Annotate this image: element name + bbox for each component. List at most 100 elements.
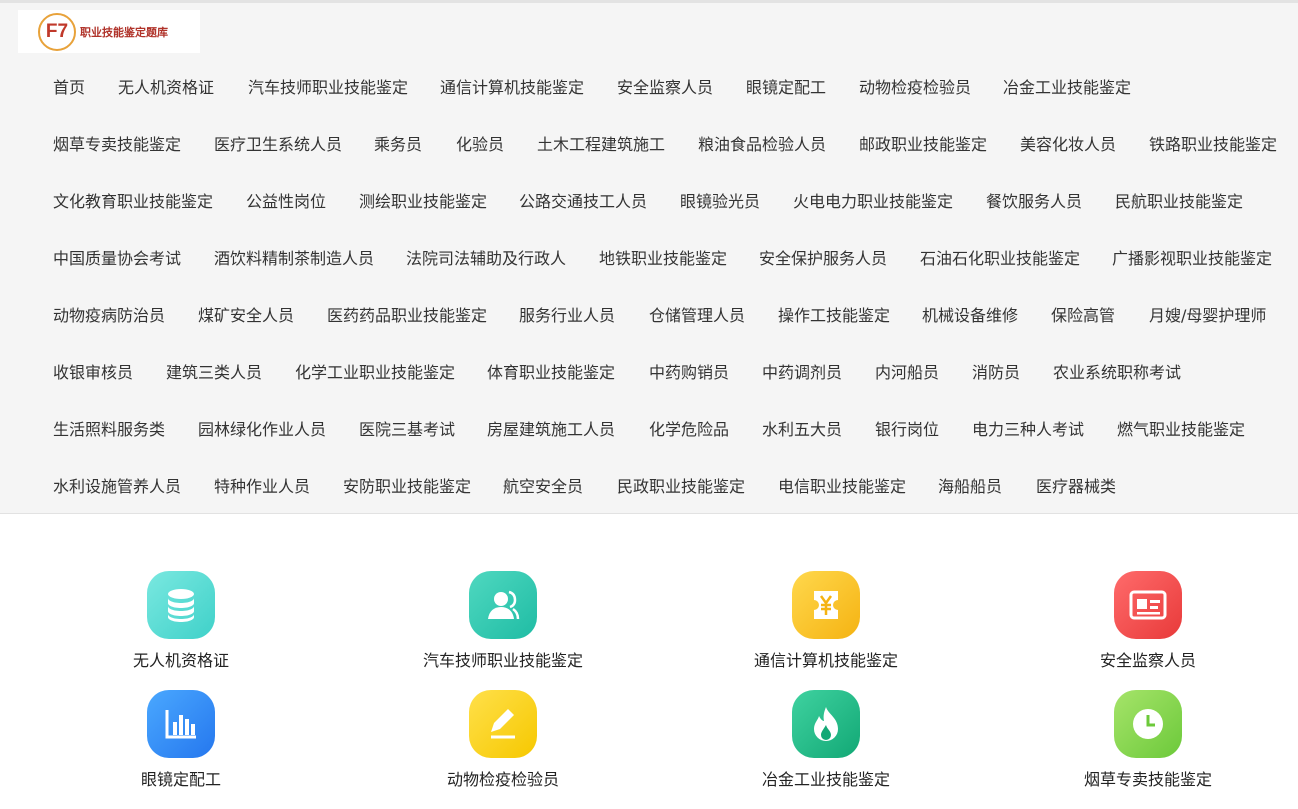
card-label: 烟草专卖技能鉴定 xyxy=(1083,770,1212,789)
nav-item[interactable]: 航空安全员 xyxy=(503,469,583,505)
nav-row: 首页 无人机资格证 汽车技师职业技能鉴定 通信计算机技能鉴定 安全监察人员 眼镜… xyxy=(0,70,1298,106)
nav-row: 烟草专卖技能鉴定 医疗卫生系统人员 乘务员 化验员 土木工程建筑施工 粮油食品检… xyxy=(0,127,1298,163)
nav-item[interactable]: 体育职业技能鉴定 xyxy=(487,355,615,391)
nav-item[interactable]: 特种作业人员 xyxy=(214,469,310,505)
nav-item[interactable]: 安防职业技能鉴定 xyxy=(343,469,471,505)
nav-item[interactable]: 中药调剂员 xyxy=(762,355,842,391)
nav-item[interactable]: 动物疫病防治员 xyxy=(53,298,165,334)
nav-item[interactable]: 生活照料服务类 xyxy=(53,412,165,448)
nav-item[interactable]: 煤矿安全人员 xyxy=(198,298,294,334)
nav-item[interactable]: 机械设备维修 xyxy=(922,298,1018,334)
nav-row: 中国质量协会考试 酒饮料精制茶制造人员 法院司法辅助及行政人 地铁职业技能鉴定 … xyxy=(0,241,1298,277)
nav-item[interactable]: 通信计算机技能鉴定 xyxy=(440,70,584,106)
nav-item[interactable]: 内河船员 xyxy=(875,355,939,391)
nav-item[interactable]: 土木工程建筑施工 xyxy=(537,127,665,163)
card-label: 动物检疫检验员 xyxy=(446,770,559,789)
nav-item[interactable]: 农业系统职称考试 xyxy=(1053,355,1181,391)
nav-item[interactable]: 燃气职业技能鉴定 xyxy=(1117,412,1245,448)
yen-ticket-icon xyxy=(792,571,860,639)
nav-item[interactable]: 广播影视职业技能鉴定 xyxy=(1112,241,1272,277)
nav-item[interactable]: 中国质量协会考试 xyxy=(53,241,181,277)
card-label: 无人机资格证 xyxy=(132,651,229,670)
nav-item[interactable]: 建筑三类人员 xyxy=(166,355,262,391)
nav-item[interactable]: 铁路职业技能鉴定 xyxy=(1149,127,1277,163)
nav-item[interactable]: 电力三种人考试 xyxy=(972,412,1084,448)
edit-icon xyxy=(469,690,537,758)
category-card[interactable]: 冶金工业技能鉴定 xyxy=(726,690,926,800)
nav-item[interactable]: 测绘职业技能鉴定 xyxy=(359,184,487,220)
nav-item[interactable]: 保险高管 xyxy=(1051,298,1115,334)
nav-item[interactable]: 烟草专卖技能鉴定 xyxy=(53,127,181,163)
nav-item[interactable]: 动物检疫检验员 xyxy=(859,70,971,106)
category-card[interactable]: 无人机资格证 xyxy=(81,571,281,681)
nav-item[interactable]: 餐饮服务人员 xyxy=(986,184,1082,220)
nav-item[interactable]: 地铁职业技能鉴定 xyxy=(599,241,727,277)
nav-item[interactable]: 安全监察人员 xyxy=(617,70,713,106)
nav-item[interactable]: 水利五大员 xyxy=(762,412,842,448)
category-card[interactable]: 眼镜定配工 xyxy=(81,690,281,800)
nav-item[interactable]: 民航职业技能鉴定 xyxy=(1115,184,1243,220)
nav-item[interactable]: 汽车技师职业技能鉴定 xyxy=(248,70,408,106)
nav-item[interactable]: 园林绿化作业人员 xyxy=(198,412,326,448)
nav-item[interactable]: 收银审核员 xyxy=(53,355,133,391)
id-card-icon xyxy=(1114,571,1182,639)
nav-item[interactable]: 安全保护服务人员 xyxy=(759,241,887,277)
nav-item[interactable]: 医疗卫生系统人员 xyxy=(214,127,342,163)
category-card[interactable]: 通信计算机技能鉴定 xyxy=(726,571,926,681)
category-card[interactable]: 汽车技师职业技能鉴定 xyxy=(403,571,603,681)
card-label: 冶金工业技能鉴定 xyxy=(761,770,890,789)
nav-item[interactable]: 水利设施管养人员 xyxy=(53,469,181,505)
nav-item[interactable]: 电信职业技能鉴定 xyxy=(778,469,906,505)
nav-item[interactable]: 酒饮料精制茶制造人员 xyxy=(214,241,374,277)
nav-item[interactable]: 化验员 xyxy=(456,127,504,163)
bar-chart-icon xyxy=(147,690,215,758)
nav-item[interactable]: 银行岗位 xyxy=(875,412,939,448)
nav-item[interactable]: 消防员 xyxy=(972,355,1020,391)
nav-item[interactable]: 火电电力职业技能鉴定 xyxy=(793,184,953,220)
nav-item[interactable]: 操作工技能鉴定 xyxy=(778,298,890,334)
nav-item[interactable]: 医院三基考试 xyxy=(359,412,455,448)
nav-row: 收银审核员 建筑三类人员 化学工业职业技能鉴定 体育职业技能鉴定 中药购销员 中… xyxy=(0,355,1298,391)
nav-item[interactable]: 民政职业技能鉴定 xyxy=(617,469,745,505)
nav-item[interactable]: 冶金工业技能鉴定 xyxy=(1003,70,1131,106)
nav-item[interactable]: 仓储管理人员 xyxy=(649,298,745,334)
database-icon xyxy=(147,571,215,639)
nav-item[interactable]: 海船船员 xyxy=(938,469,1002,505)
nav-item[interactable]: 房屋建筑施工人员 xyxy=(487,412,615,448)
card-label: 安全监察人员 xyxy=(1099,651,1196,670)
user-icon xyxy=(469,571,537,639)
card-label: 汽车技师职业技能鉴定 xyxy=(422,651,583,670)
nav-item[interactable]: 眼镜验光员 xyxy=(680,184,760,220)
nav-item[interactable]: 医药药品职业技能鉴定 xyxy=(327,298,487,334)
flame-icon xyxy=(792,690,860,758)
nav-item[interactable]: 石油石化职业技能鉴定 xyxy=(920,241,1080,277)
nav-row: 动物疫病防治员 煤矿安全人员 医药药品职业技能鉴定 服务行业人员 仓储管理人员 … xyxy=(0,298,1298,334)
nav-item[interactable]: 无人机资格证 xyxy=(118,70,214,106)
nav-item[interactable]: 邮政职业技能鉴定 xyxy=(859,127,987,163)
card-label: 通信计算机技能鉴定 xyxy=(753,651,898,670)
nav-item-home[interactable]: 首页 xyxy=(53,70,85,106)
nav-item[interactable]: 法院司法辅助及行政人 xyxy=(406,241,566,277)
nav-item[interactable]: 化学工业职业技能鉴定 xyxy=(295,355,455,391)
nav-item[interactable]: 美容化妆人员 xyxy=(1020,127,1116,163)
logo-mark: F7 xyxy=(38,12,76,51)
category-card[interactable]: 动物检疫检验员 xyxy=(403,690,603,800)
nav-item[interactable]: 医疗器械类 xyxy=(1036,469,1116,505)
nav-item[interactable]: 化学危险品 xyxy=(649,412,729,448)
category-card[interactable]: 安全监察人员 xyxy=(1048,571,1248,681)
nav-row: 文化教育职业技能鉴定 公益性岗位 测绘职业技能鉴定 公路交通技工人员 眼镜验光员… xyxy=(0,184,1298,220)
nav-item[interactable]: 公益性岗位 xyxy=(246,184,326,220)
nav-item[interactable]: 月嫂/母婴护理师 xyxy=(1149,298,1266,334)
nav-item[interactable]: 中药购销员 xyxy=(649,355,729,391)
nav-item[interactable]: 粮油食品检验人员 xyxy=(698,127,826,163)
nav-item[interactable]: 乘务员 xyxy=(374,127,422,163)
site-logo[interactable]: F7 职业技能鉴定题库 xyxy=(18,10,200,53)
nav-item[interactable]: 眼镜定配工 xyxy=(746,70,826,106)
nav-item[interactable]: 服务行业人员 xyxy=(519,298,615,334)
nav-item[interactable]: 文化教育职业技能鉴定 xyxy=(53,184,213,220)
nav-item[interactable]: 公路交通技工人员 xyxy=(519,184,647,220)
site-header: F7 职业技能鉴定题库 首页 无人机资格证 汽车技师职业技能鉴定 通信计算机技能… xyxy=(0,3,1298,514)
category-card[interactable]: 烟草专卖技能鉴定 xyxy=(1048,690,1248,800)
category-grid: 无人机资格证 汽车技师职业技能鉴定 通信计算机技能鉴定 安全监察人员 眼镜定配工… xyxy=(0,537,1298,809)
nav-row: 生活照料服务类 园林绿化作业人员 医院三基考试 房屋建筑施工人员 化学危险品 水… xyxy=(0,412,1298,448)
